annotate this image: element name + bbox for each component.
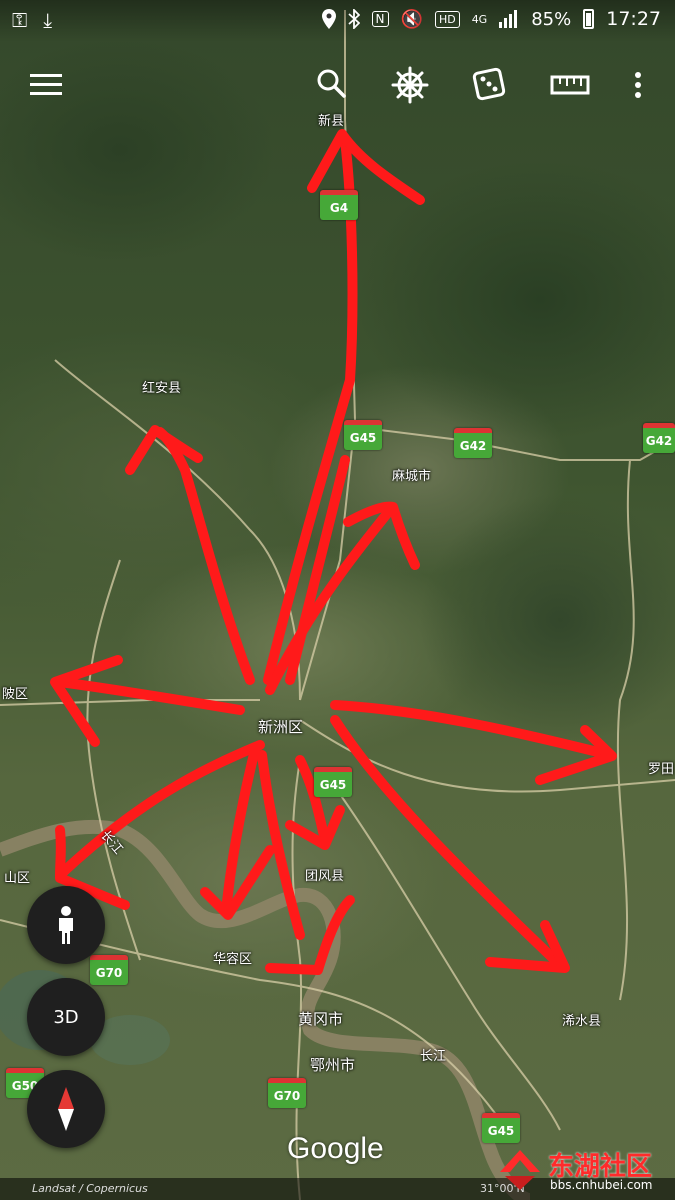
- location-pin-icon: [321, 9, 336, 29]
- place-huangpi: 陂区: [2, 687, 29, 702]
- battery-percent: 85%: [531, 8, 572, 30]
- arrow-south: [257, 750, 305, 940]
- place-changjiang-2: 长江: [420, 1049, 447, 1064]
- arrow-east: [330, 700, 615, 760]
- place-luotian: 罗田: [648, 762, 675, 777]
- nfc-icon: N: [371, 11, 389, 27]
- mute-icon: 🔇: [400, 8, 423, 30]
- place-shan-qu: 山区: [4, 871, 31, 886]
- imagery-attribution: Landsat / Copernicus: [32, 1182, 148, 1195]
- clock: 17:27: [606, 8, 661, 30]
- download-icon: ⤓: [43, 8, 53, 32]
- place-hong-an: 红安县: [142, 381, 182, 396]
- highway-shield-g45: G45: [344, 420, 382, 450]
- place-tuanfeng: 团风县: [305, 869, 345, 884]
- more-options-button[interactable]: [628, 68, 648, 102]
- highway-shield-g4: G4: [320, 190, 358, 220]
- street-view-button[interactable]: [27, 886, 105, 964]
- voyager-button[interactable]: [390, 65, 430, 105]
- battery-icon: [583, 9, 595, 29]
- arrow-northwest-head: [125, 425, 203, 475]
- compass-icon: [58, 1087, 74, 1131]
- pegman-icon: [59, 906, 73, 944]
- search-button[interactable]: [314, 66, 348, 100]
- key-icon: ⚿: [12, 8, 28, 32]
- place-xin-xian: 新县: [318, 114, 345, 129]
- place-macheng: 麻城市: [392, 469, 432, 484]
- highway-shield-g70-left: G70: [90, 955, 128, 985]
- arrow-south-head: [265, 895, 355, 975]
- arrow-west: [55, 677, 245, 715]
- compass-button[interactable]: [27, 1070, 105, 1148]
- google-logo: Google: [287, 1132, 384, 1165]
- search-icon: [317, 69, 346, 98]
- 3d-toggle-button[interactable]: 3D: [27, 978, 105, 1056]
- menu-button[interactable]: [28, 70, 64, 100]
- measure-button[interactable]: [548, 70, 592, 100]
- highway-shield-g42: G42: [454, 428, 492, 458]
- highway-shield-g45-bottom: G45: [482, 1113, 520, 1143]
- ruler-icon: [550, 75, 590, 95]
- place-huarong: 华容区: [213, 952, 253, 967]
- 3d-label: 3D: [53, 1006, 79, 1028]
- bluetooth-icon: [347, 9, 360, 29]
- hd-badge: HD: [434, 10, 460, 28]
- highway-shield-g42-right: G42: [643, 423, 675, 453]
- highway-shield-g70: G70: [268, 1078, 306, 1108]
- network-type: 4G: [471, 12, 488, 26]
- more-vert-icon: [635, 72, 641, 98]
- dice-icon: [472, 67, 506, 101]
- highway-shield-g45-low: G45: [314, 767, 352, 797]
- place-huanggang: 黄冈市: [298, 1010, 344, 1028]
- place-xinzhou: 新洲区: [258, 718, 304, 736]
- signal-icon: [499, 10, 518, 28]
- place-xishui: 浠水县: [562, 1014, 602, 1029]
- place-ezhou: 鄂州市: [310, 1056, 356, 1074]
- watermark-url: bbs.cnhubei.com: [550, 1178, 653, 1192]
- arrow-west-head: [50, 655, 123, 747]
- ship-wheel-icon: [391, 66, 429, 104]
- arrow-northwest: [155, 427, 255, 685]
- feeling-lucky-button[interactable]: [470, 65, 508, 103]
- arrow-southeast: [330, 715, 565, 970]
- status-bar: ⚿ ⤓ N 🔇 HD 4G 85% 17:27: [0, 0, 675, 42]
- menu-icon: [30, 74, 62, 95]
